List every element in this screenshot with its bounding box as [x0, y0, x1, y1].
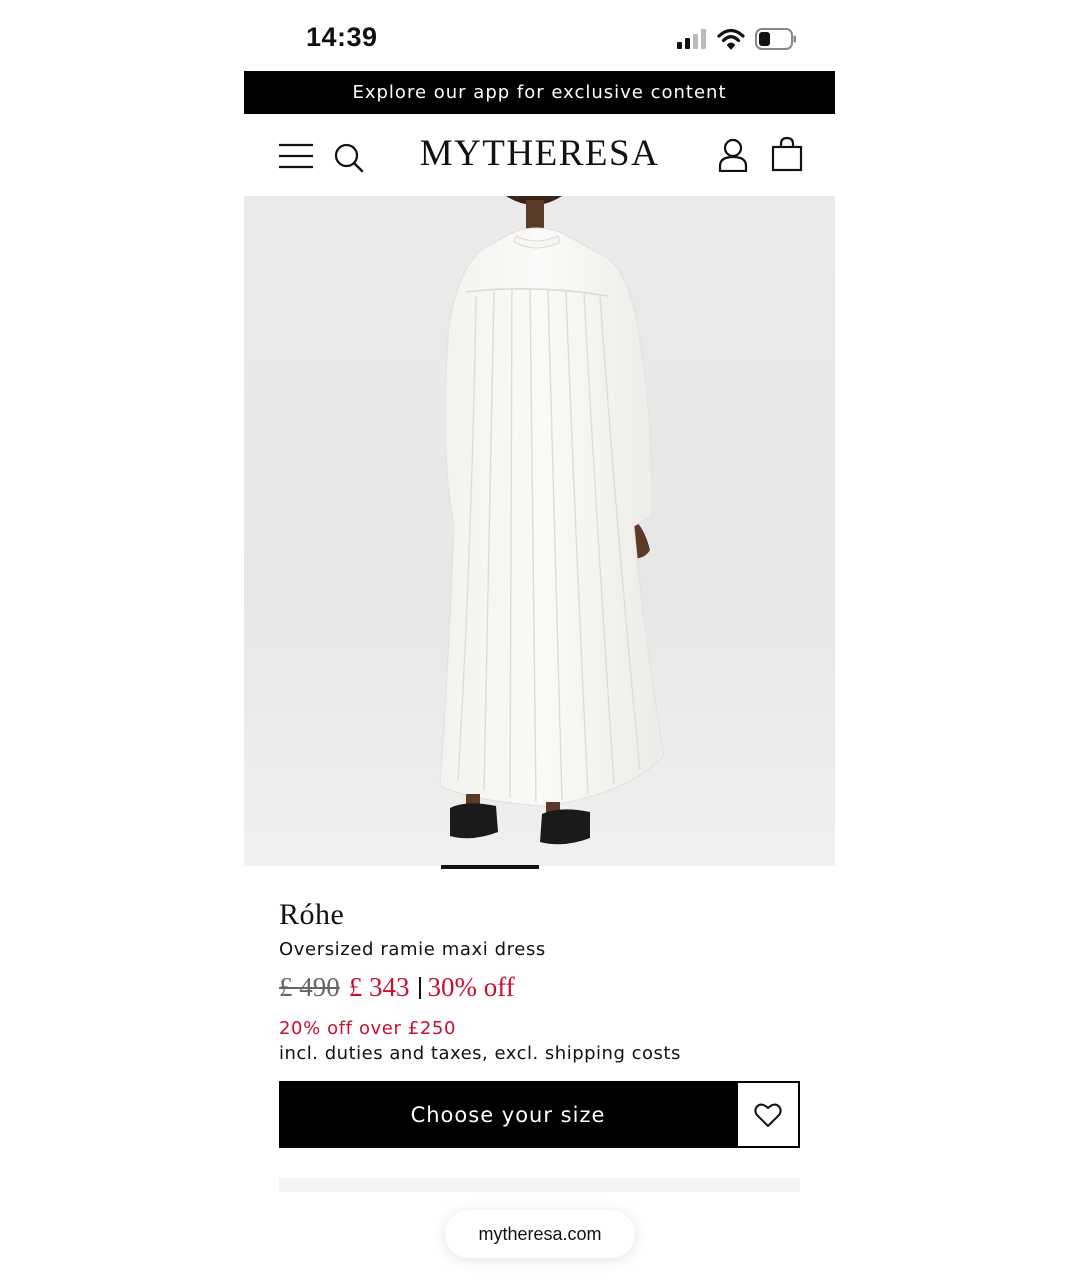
battery-icon [755, 28, 796, 50]
status-bar: 14:39 [244, 0, 835, 71]
content-divider [279, 1178, 800, 1192]
browser-url-bar[interactable]: mytheresa.com [445, 1210, 635, 1258]
url-text: mytheresa.com [478, 1223, 602, 1244]
cellular-signal-icon [677, 29, 706, 49]
site-logo[interactable]: MYTHERESA [394, 132, 685, 176]
wishlist-button[interactable] [736, 1081, 800, 1148]
discount-label: 30% off [427, 972, 515, 1002]
product-name: Oversized ramie maxi dress [279, 939, 546, 960]
product-brand[interactable]: Róhe [279, 898, 344, 932]
app-promo-text: Explore our app for exclusive content [352, 82, 727, 103]
app-promo-banner[interactable]: Explore our app for exclusive content [244, 71, 835, 114]
dress-illustration [439, 196, 665, 845]
promo-note: 20% off over £250 [279, 1018, 457, 1039]
status-time: 14:39 [306, 22, 378, 52]
site-header: MYTHERESA [244, 114, 835, 196]
tax-note: incl. duties and taxes, excl. shipping c… [279, 1043, 681, 1064]
choose-size-button[interactable]: Choose your size [279, 1081, 737, 1148]
menu-icon[interactable] [278, 143, 314, 169]
product-image[interactable] [244, 196, 835, 866]
search-icon[interactable] [334, 143, 364, 173]
shopping-bag-icon[interactable] [771, 136, 803, 172]
account-icon[interactable] [718, 138, 748, 173]
sale-price: £ 343 [348, 972, 410, 1002]
carousel-indicator[interactable] [441, 865, 539, 869]
heart-icon [754, 1103, 782, 1127]
wifi-icon [717, 28, 745, 50]
original-price: £ 490 [279, 972, 340, 1002]
status-icons [677, 26, 797, 52]
price-divider [418, 976, 421, 999]
price-row: £ 490 £ 343 30% off [279, 972, 515, 1003]
